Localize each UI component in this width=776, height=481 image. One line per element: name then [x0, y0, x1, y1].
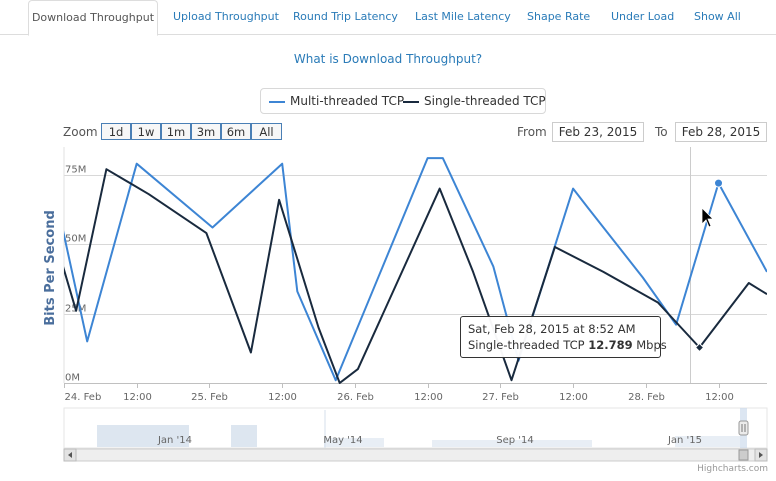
tooltip-unit: Mbps	[636, 338, 667, 352]
credits-link[interactable]: Highcharts.com	[697, 464, 768, 474]
mouse-cursor-icon	[701, 207, 714, 228]
y-tick-label: 50M	[65, 234, 86, 245]
data-tooltip: Sat, Feb 28, 2015 at 8:52 AM Single-thre…	[460, 316, 667, 358]
x-tick-label: 12:00	[414, 392, 443, 403]
x-tick-label: 12:00	[268, 392, 297, 403]
navigator-label: Jan '15	[667, 435, 702, 446]
x-tick-label: 28. Feb	[628, 392, 665, 403]
navigator-label: Jan '14	[157, 435, 192, 446]
y-tick-label: 75M	[65, 165, 86, 176]
x-tick-label: 12:00	[123, 392, 152, 403]
navigator-label: Sep '14	[496, 435, 534, 446]
x-axis: 24. Feb 12:00 25. Feb 12:00 26. Feb 12:00 27. …	[64, 383, 734, 403]
x-tick-label: 24. Feb	[65, 392, 102, 403]
navigator-scrollbar[interactable]	[63, 448, 768, 462]
x-tick-label: 26. Feb	[337, 392, 374, 403]
x-tick-label: 27. Feb	[482, 392, 519, 403]
y-axis-title: Bits Per Second	[43, 210, 58, 326]
scroll-thumb[interactable]	[738, 449, 749, 461]
navigator-label: May '14	[323, 435, 362, 446]
x-tick-label: 25. Feb	[191, 392, 228, 403]
tooltip-value-row: Single-threaded TCP 12.789 Mbps	[468, 337, 667, 353]
y-tick-label: 0M	[65, 373, 80, 384]
highlighted-point-multi[interactable]	[714, 178, 724, 188]
navigator[interactable]: Jan '14 May '14 Sep '14 Jan '15	[63, 407, 768, 449]
tooltip-series: Single-threaded TCP	[468, 338, 585, 352]
throughput-chart: 0M25M50M75M 24. Feb 12:00 25. Feb 12:00 26. …	[43, 147, 768, 462]
x-tick-label: 12:00	[559, 392, 588, 403]
tooltip-value: 12.789	[588, 338, 633, 352]
tooltip-date: Sat, Feb 28, 2015 at 8:52 AM	[468, 322, 636, 336]
x-tick-label: 12:00	[705, 392, 734, 403]
